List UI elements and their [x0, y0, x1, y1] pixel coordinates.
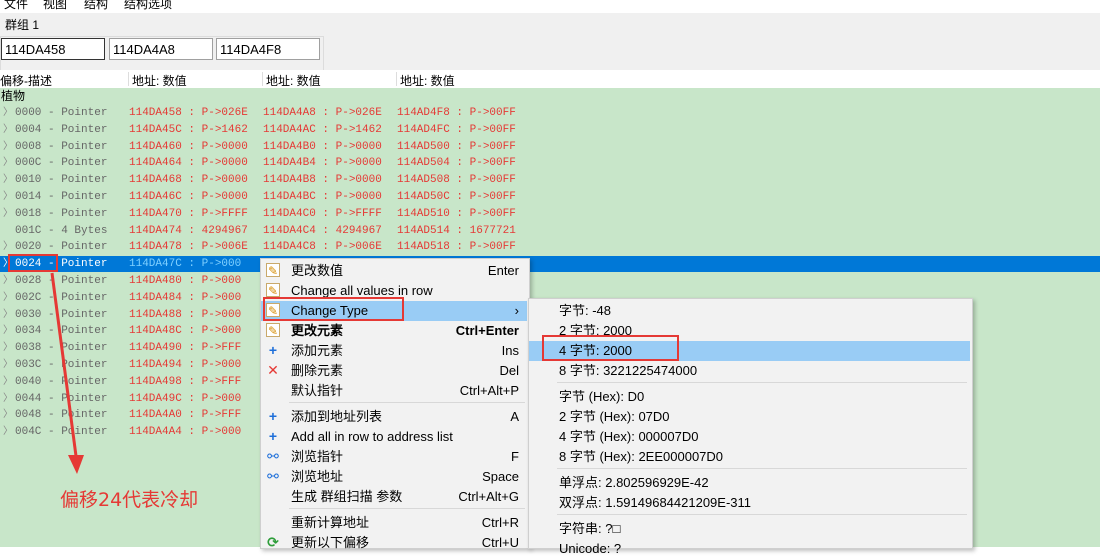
context-menu-item-label: 更新以下偏移: [291, 535, 370, 550]
context-menu-item-label: 删除元素: [291, 363, 344, 378]
context-menu-item-label: 添加到地址列表: [291, 409, 383, 424]
context-menu-item-shortcut: Ctrl+Alt+P: [459, 383, 519, 398]
context-menu-item-shortcut: Del: [499, 363, 519, 378]
menu-separator: [289, 402, 525, 403]
document-icon: ✎: [266, 283, 280, 298]
type-option[interactable]: Unicode: ?: [529, 539, 970, 559]
type-option-label: 字符串: ?□: [559, 521, 621, 536]
type-option[interactable]: 8 字节: 3221225474000: [529, 361, 970, 381]
context-menu-item-shortcut: ›: [514, 303, 519, 318]
type-option[interactable]: 字节 (Hex): D0: [529, 387, 970, 407]
context-menu-item-label: 生成 群组扫描 参数: [291, 489, 403, 504]
plus-icon: +: [268, 408, 278, 424]
type-option-label: Unicode: ?: [559, 541, 622, 556]
context-menu-item[interactable]: ✎ 更改数值 Enter: [261, 261, 527, 281]
context-menu-item[interactable]: ⚯ 浏览地址 Space: [261, 467, 527, 487]
context-menu-item-label: 添加元素: [291, 343, 344, 358]
context-menu-item-label: 重新计算地址: [291, 515, 370, 530]
type-option[interactable]: 2 字节 (Hex): 07D0: [529, 407, 970, 427]
binoculars-icon: ⚯: [267, 448, 279, 464]
plus-icon: +: [268, 342, 278, 358]
cross-icon: ✕: [267, 362, 279, 378]
context-menu-item-shortcut: Ctrl+Alt+G: [458, 489, 519, 504]
context-menu-item-label: 浏览指针: [291, 449, 344, 464]
type-option-label: 字节 (Hex): D0: [559, 389, 645, 404]
annotation-text: 偏移24代表冷却: [60, 489, 199, 511]
type-option-label: 8 字节 (Hex): 2EE000007D0: [559, 449, 724, 464]
context-menu-item[interactable]: ⟳ 更新以下偏移 Ctrl+U: [261, 533, 527, 553]
menu-separator: [557, 382, 967, 383]
context-menu-item-shortcut: A: [510, 409, 519, 424]
type-option-label: 2 字节 (Hex): 07D0: [559, 409, 670, 424]
type-option-label: 双浮点: 1.59149684421209E-311: [559, 495, 752, 510]
type-option[interactable]: 字节: -48: [529, 301, 970, 321]
type-option-label: 字节: -48: [559, 303, 612, 318]
context-menu-item-shortcut: Ins: [501, 343, 519, 358]
document-icon: ✎: [266, 263, 280, 278]
menu-separator: [557, 468, 967, 469]
binoculars-icon: ⚯: [267, 468, 279, 484]
type-option-label: 单浮点: 2.802596929E-42: [559, 475, 709, 490]
context-menu-item-shortcut: Enter: [487, 263, 519, 278]
context-menu-item[interactable]: 生成 群组扫描 参数 Ctrl+Alt+G: [261, 487, 527, 507]
context-menu-item[interactable]: + Add all in row to address list: [261, 427, 527, 447]
context-menu-item[interactable]: ✎ 更改元素 Ctrl+Enter: [261, 321, 527, 341]
context-menu-item-label: 默认指针: [291, 383, 344, 398]
menu-separator: [289, 508, 525, 509]
context-menu-item[interactable]: ✕ 删除元素 Del: [261, 361, 527, 381]
context-menu-item-shortcut: Ctrl+R: [481, 515, 519, 530]
context-menu-item-label: 更改数值: [291, 263, 344, 278]
type-option[interactable]: 4 字节 (Hex): 000007D0: [529, 427, 970, 447]
highlight-box-4-byte: [542, 335, 679, 361]
menu-separator: [557, 514, 967, 515]
context-menu-item[interactable]: 重新计算地址 Ctrl+R: [261, 513, 527, 533]
context-menu-item[interactable]: ⚯ 浏览指针 F: [261, 447, 527, 467]
type-option[interactable]: 字符串: ?□: [529, 519, 970, 539]
context-menu-item-shortcut: F: [511, 449, 519, 464]
context-menu-item-shortcut: Ctrl+Enter: [455, 323, 519, 338]
context-menu-item-shortcut: Ctrl+U: [481, 535, 519, 550]
type-option[interactable]: 单浮点: 2.802596929E-42: [529, 473, 970, 493]
highlight-box-change-type: [263, 297, 404, 321]
context-menu-item-label: 更改元素: [291, 323, 344, 338]
context-menu-item[interactable]: 默认指针 Ctrl+Alt+P: [261, 381, 527, 401]
context-menu-item-label: Add all in row to address list: [291, 429, 453, 444]
type-option-label: 8 字节: 3221225474000: [559, 363, 698, 378]
type-option[interactable]: 双浮点: 1.59149684421209E-311: [529, 493, 970, 513]
context-menu-item-label: 浏览地址: [291, 469, 344, 484]
context-menu-item[interactable]: + 添加到地址列表 A: [261, 407, 527, 427]
context-menu-item-shortcut: Space: [482, 469, 519, 484]
type-option-label: 4 字节 (Hex): 000007D0: [559, 429, 699, 444]
document-icon: ✎: [266, 323, 280, 338]
type-option[interactable]: 8 字节 (Hex): 2EE000007D0: [529, 447, 970, 467]
plus-icon: +: [268, 428, 278, 444]
context-menu-item[interactable]: + 添加元素 Ins: [261, 341, 527, 361]
